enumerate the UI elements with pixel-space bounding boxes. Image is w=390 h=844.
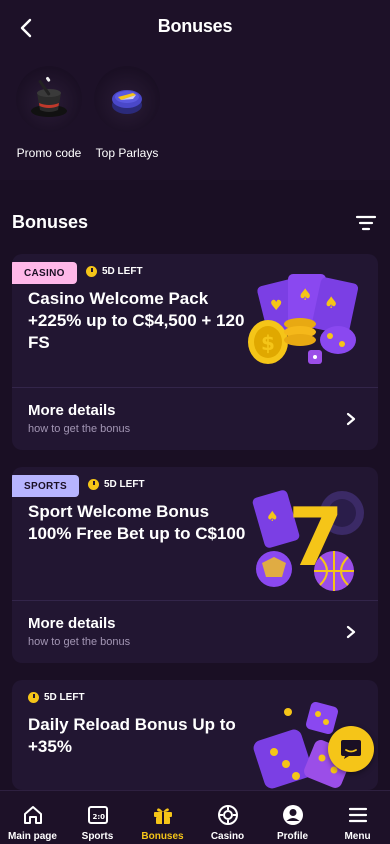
tab-sports[interactable]: 2:0 Sports: [65, 791, 130, 844]
tab-menu[interactable]: Menu: [325, 791, 390, 844]
menu-icon: [347, 804, 369, 826]
profile-icon: [282, 804, 304, 826]
more-details-row[interactable]: More details how to get the bonus: [12, 601, 378, 663]
tab-label: Menu: [344, 831, 371, 842]
filter-button[interactable]: [354, 212, 378, 234]
more-details-row[interactable]: More details how to get the bonus: [12, 388, 378, 450]
tab-casino[interactable]: Casino: [195, 791, 260, 844]
svg-text:2:0: 2:0: [92, 813, 105, 821]
tab-label: Bonuses: [141, 831, 184, 842]
svg-text:♠: ♠: [266, 509, 279, 525]
roulette-icon: [217, 804, 239, 826]
svg-text:♥: ♥: [270, 298, 283, 314]
timer-badge: 5D LEFT: [86, 266, 143, 277]
tab-bonuses[interactable]: Bonuses: [130, 791, 195, 844]
clock-icon: [28, 692, 39, 703]
chevron-right-icon: [346, 625, 356, 639]
tab-label: Profile: [276, 831, 309, 842]
magic-hat-icon: [16, 66, 82, 132]
svg-text:♠: ♠: [324, 293, 338, 312]
header: Bonuses Promo code Top Parlays: [0, 0, 390, 180]
bonus-card-daily-reload[interactable]: 5D LEFT Daily Reload Bonus Up to +35%: [12, 680, 378, 790]
chevron-right-icon: [346, 412, 356, 426]
more-details-subtitle: how to get the bonus: [28, 636, 131, 648]
top-parlays-button[interactable]: Top Parlays: [82, 66, 172, 160]
bottom-tab-bar: Main page 2:0 Sports Bonuses Casino Prof…: [0, 790, 390, 844]
casino-cards-coins-illustration: ♠ ♠ ♥ $: [238, 260, 368, 384]
promo-code-button[interactable]: Promo code: [4, 66, 94, 160]
bonus-title: Sport Welcome Bonus 100% Free Bet up to …: [28, 502, 246, 543]
scoreboard-icon: 2:0: [87, 804, 109, 826]
bonus-title: Casino Welcome Pack +225% up to C$4,500 …: [28, 289, 245, 352]
filter-icon: [355, 215, 377, 231]
tab-label: Main page: [8, 831, 57, 842]
bonus-card-sports[interactable]: SPORTS 5D LEFT Sport Welcome Bonus 100% …: [12, 467, 378, 663]
bonus-card-casino[interactable]: CASINO 5D LEFT Casino Welcome Pack +225%…: [12, 254, 378, 450]
timer-text: 5D LEFT: [44, 692, 85, 703]
top-parlays-label: Top Parlays: [95, 146, 159, 160]
svg-text:$: $: [261, 331, 275, 355]
tab-label: Sports: [81, 831, 114, 842]
more-details-subtitle: how to get the bonus: [28, 423, 131, 435]
more-details-title: More details: [28, 402, 116, 419]
timer-text: 5D LEFT: [102, 266, 143, 277]
tab-profile[interactable]: Profile: [260, 791, 325, 844]
svg-text:♠: ♠: [298, 285, 312, 304]
timer-badge: 5D LEFT: [88, 479, 145, 490]
clock-icon: [86, 266, 97, 277]
promo-code-label: Promo code: [16, 146, 82, 160]
chat-icon: [341, 740, 361, 759]
home-icon: [22, 804, 44, 826]
timer-badge: 5D LEFT: [28, 692, 85, 703]
clock-icon: [88, 479, 99, 490]
chat-support-button[interactable]: [328, 726, 374, 772]
tab-main-page[interactable]: Main page: [0, 791, 65, 844]
category-tag: SPORTS: [12, 475, 79, 497]
more-details-title: More details: [28, 615, 116, 632]
tab-label: Casino: [210, 831, 245, 842]
sports-seven-balls-illustration: ♠ 7: [238, 473, 368, 597]
timer-text: 5D LEFT: [104, 479, 145, 490]
gift-icon: [152, 804, 174, 826]
category-tag: CASINO: [12, 262, 77, 284]
parlay-puck-icon: [94, 66, 160, 132]
bonus-title: Daily Reload Bonus Up to +35%: [28, 715, 236, 756]
section-title: Bonuses: [12, 212, 89, 232]
page-title: Bonuses: [157, 16, 233, 36]
